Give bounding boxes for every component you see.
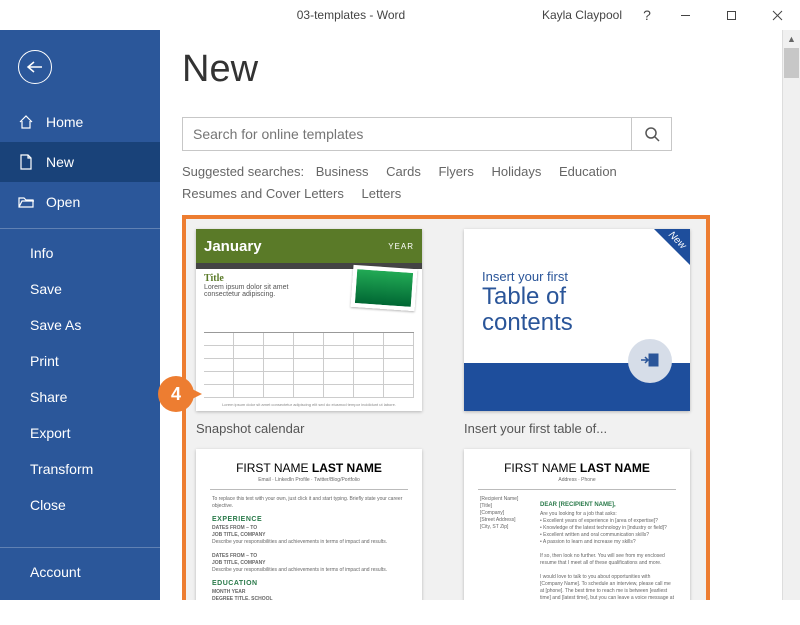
suggest-link[interactable]: Cards: [386, 164, 421, 179]
template-thumbnail: New Insert your first Table of contents: [464, 229, 690, 411]
search-input[interactable]: [183, 118, 631, 150]
window-scrollbar[interactable]: ▲: [782, 30, 800, 600]
nav-new[interactable]: New: [0, 142, 160, 182]
template-resume-1[interactable]: FIRST NAME LAST NAME Email · LinkedIn Pr…: [196, 449, 422, 600]
template-resume-2[interactable]: FIRST NAME LAST NAME Address · Phone [Re…: [464, 449, 690, 600]
page-title: New: [182, 48, 790, 91]
nav-open[interactable]: Open: [0, 182, 160, 222]
nav-export[interactable]: Export: [0, 415, 160, 451]
new-icon: [18, 154, 34, 170]
nav-label: Home: [46, 114, 83, 130]
suggest-link[interactable]: Letters: [361, 186, 401, 201]
suggest-link[interactable]: Education: [559, 164, 617, 179]
separator: [0, 228, 160, 229]
template-gallery-highlight: JanuaryYEAR Title Lorem ipsum dolor sit …: [182, 215, 710, 600]
suggest-label: Suggested searches:: [182, 164, 304, 179]
nav-account[interactable]: Account: [0, 554, 160, 590]
template-caption: Insert your first table of...: [464, 421, 690, 439]
suggested-searches: Suggested searches: Business Cards Flyer…: [182, 161, 672, 205]
backstage-sidebar: Home New Open Info Save Save As Print Sh…: [0, 30, 160, 600]
template-thumbnail: JanuaryYEAR Title Lorem ipsum dolor sit …: [196, 229, 422, 411]
suggest-link[interactable]: Flyers: [438, 164, 473, 179]
open-icon: [18, 194, 34, 210]
minimize-button[interactable]: [662, 0, 708, 30]
nav-label: Open: [46, 194, 80, 210]
nav-close[interactable]: Close: [0, 487, 160, 523]
user-name[interactable]: Kayla Claypool: [542, 8, 622, 22]
search-icon: [644, 126, 660, 142]
scrollbar-thumb[interactable]: [784, 48, 799, 78]
suggest-link[interactable]: Business: [316, 164, 369, 179]
content-area: New Suggested searches: Business Cards F…: [160, 30, 800, 600]
nav-label: New: [46, 154, 74, 170]
home-icon: [18, 114, 34, 130]
nav-print[interactable]: Print: [0, 343, 160, 379]
search-button[interactable]: [631, 118, 671, 150]
back-button[interactable]: [18, 50, 52, 84]
window-title: 03-templates - Word: [160, 8, 542, 22]
nav-save[interactable]: Save: [0, 271, 160, 307]
nav-info[interactable]: Info: [0, 235, 160, 271]
maximize-button[interactable]: [708, 0, 754, 30]
template-snapshot-calendar[interactable]: JanuaryYEAR Title Lorem ipsum dolor sit …: [196, 229, 422, 439]
close-button[interactable]: [754, 0, 800, 30]
template-caption: Snapshot calendar: [196, 421, 422, 439]
help-button[interactable]: ?: [632, 0, 662, 30]
nav-save-as[interactable]: Save As: [0, 307, 160, 343]
suggest-link[interactable]: Resumes and Cover Letters: [182, 186, 344, 201]
separator: [0, 547, 160, 548]
template-thumbnail: FIRST NAME LAST NAME Email · LinkedIn Pr…: [196, 449, 422, 600]
nav-share[interactable]: Share: [0, 379, 160, 415]
template-search[interactable]: [182, 117, 672, 151]
title-bar: 03-templates - Word Kayla Claypool ?: [0, 0, 800, 30]
callout-number: 4: [158, 376, 194, 412]
template-table-of-contents[interactable]: New Insert your first Table of contents: [464, 229, 690, 439]
template-thumbnail: FIRST NAME LAST NAME Address · Phone [Re…: [464, 449, 690, 600]
nav-home[interactable]: Home: [0, 102, 160, 142]
photo-placeholder: [351, 265, 418, 311]
tutorial-callout: 4: [158, 376, 204, 412]
suggest-link[interactable]: Holidays: [491, 164, 541, 179]
nav-transform[interactable]: Transform: [0, 451, 160, 487]
scroll-up-icon[interactable]: ▲: [783, 30, 800, 48]
document-arrow-icon: [628, 339, 672, 383]
